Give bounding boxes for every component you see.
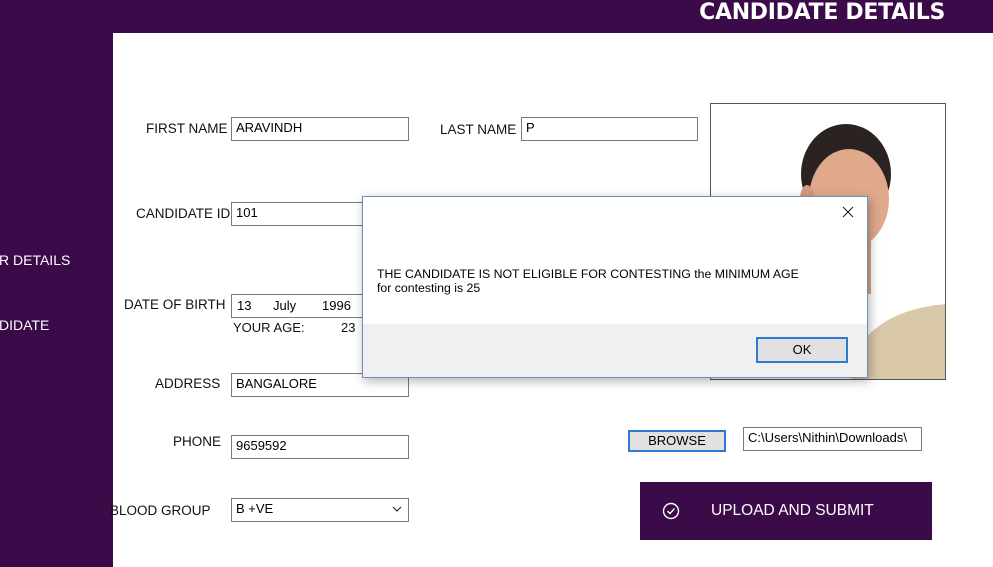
dob-month[interactable]: July: [273, 298, 296, 313]
dob-day[interactable]: 13: [237, 298, 251, 313]
phone-field[interactable]: 9659592: [231, 435, 409, 459]
sidebar-item-details[interactable]: R DETAILS: [0, 252, 70, 268]
date-of-birth-label: DATE OF BIRTH: [124, 297, 226, 312]
phone-label: PHONE: [173, 434, 222, 449]
browse-button[interactable]: BROWSE: [628, 430, 726, 452]
message-dialog: THE CANDIDATE IS NOT ELIGIBLE FOR CONTES…: [362, 196, 868, 378]
candidate-id-label: CANDIDATE ID: [136, 206, 231, 221]
dialog-footer: OK: [363, 324, 867, 377]
blood-group-value: B +VE: [236, 501, 274, 516]
close-icon[interactable]: [841, 205, 855, 219]
title-bar: CANDIDATE DETAILS: [0, 0, 993, 33]
last-name-field[interactable]: P: [521, 117, 698, 141]
check-circle-icon: [662, 502, 680, 520]
sidebar-item-candidate[interactable]: DIDATE: [0, 317, 49, 333]
sidebar: R DETAILS DIDATE: [0, 33, 113, 567]
chevron-down-icon: [392, 506, 402, 512]
upload-and-submit-button[interactable]: UPLOAD AND SUBMIT: [640, 482, 932, 540]
file-path-field[interactable]: C:\Users\Nithin\Downloads\: [743, 427, 922, 451]
first-name-label: FIRST NAME: [146, 121, 228, 136]
age-label: YOUR AGE:: [233, 320, 305, 335]
age-value: 23: [341, 320, 356, 335]
dialog-message-line1: THE CANDIDATE IS NOT ELIGIBLE FOR CONTES…: [377, 267, 799, 281]
address-label: ADDRESS: [155, 376, 221, 391]
dialog-message-line2: for contesting is 25: [377, 281, 481, 295]
blood-group-label: BLOOD GROUP: [110, 503, 211, 518]
dob-year[interactable]: 1996: [322, 298, 351, 313]
dialog-message: THE CANDIDATE IS NOT ELIGIBLE FOR CONTES…: [377, 267, 847, 295]
last-name-label: LAST NAME: [440, 122, 517, 137]
first-name-field[interactable]: ARAVINDH: [231, 117, 409, 141]
page-title: CANDIDATE DETAILS: [699, 0, 945, 25]
blood-group-select[interactable]: B +VE: [231, 498, 409, 522]
ok-button[interactable]: OK: [756, 337, 848, 363]
upload-and-submit-label: UPLOAD AND SUBMIT: [711, 502, 874, 519]
